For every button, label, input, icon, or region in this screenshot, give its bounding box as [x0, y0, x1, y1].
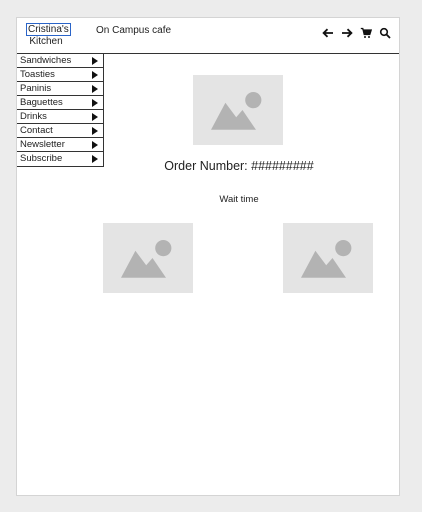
caret-right-icon — [92, 99, 98, 107]
caret-right-icon — [92, 155, 98, 163]
header: Cristina's Kitchen On Campus cafe — [17, 18, 399, 54]
menu-item-label: Subscribe — [20, 153, 63, 164]
image-placeholder-icon — [301, 240, 352, 278]
menu-item-toasties[interactable]: Toasties — [17, 68, 103, 82]
image-placeholder-icon — [121, 240, 172, 278]
logo-line-2: Kitchen — [29, 36, 63, 47]
order-number: Order Number: ######### — [164, 159, 314, 173]
site-subtitle: On Campus cafe — [96, 25, 172, 36]
arrow-right-icon[interactable] — [341, 27, 353, 39]
image-placeholder-icon — [211, 92, 262, 130]
menu-item-sandwiches[interactable]: Sandwiches — [17, 54, 103, 68]
logo-line-1: Cristina's — [26, 23, 71, 36]
app-window: Cristina's Kitchen On Campus cafe Sandwi… — [16, 17, 400, 496]
image-placeholder-right — [283, 223, 373, 293]
menu-item-label: Newsletter — [20, 139, 65, 150]
caret-right-icon — [92, 113, 98, 121]
header-toolbar — [322, 27, 391, 39]
menu-item-label: Baguettes — [20, 97, 63, 108]
search-icon[interactable] — [379, 27, 391, 39]
menu-item-label: Paninis — [20, 83, 52, 94]
caret-right-icon — [92, 71, 98, 79]
menu-item-label: Sandwiches — [20, 55, 72, 66]
menu-item-baguettes[interactable]: Baguettes — [17, 96, 103, 110]
caret-right-icon — [92, 57, 98, 65]
menu-item-paninis[interactable]: Paninis — [17, 82, 103, 96]
menu-item-newsletter[interactable]: Newsletter — [17, 138, 103, 152]
arrow-left-icon[interactable] — [322, 27, 334, 39]
image-placeholder-left — [103, 223, 193, 293]
menu-item-label: Contact — [20, 125, 53, 136]
caret-right-icon — [92, 141, 98, 149]
caret-right-icon — [92, 85, 98, 93]
menu-item-label: Toasties — [20, 69, 55, 80]
cart-icon[interactable] — [360, 27, 372, 39]
menu-item-subscribe[interactable]: Subscribe — [17, 152, 103, 166]
menu-item-contact[interactable]: Contact — [17, 124, 103, 138]
menu-item-label: Drinks — [20, 111, 47, 122]
logo[interactable]: Cristina's Kitchen — [26, 23, 71, 47]
menu-item-drinks[interactable]: Drinks — [17, 110, 103, 124]
wait-time-label: Wait time — [219, 194, 259, 205]
image-placeholder-top — [193, 75, 283, 145]
caret-right-icon — [92, 127, 98, 135]
category-menu: Sandwiches Toasties Paninis Baguettes Dr… — [17, 54, 104, 167]
